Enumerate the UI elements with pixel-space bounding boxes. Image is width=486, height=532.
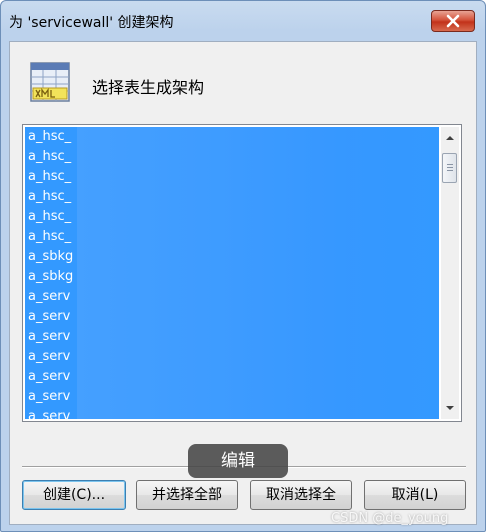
- scroll-thumb[interactable]: [442, 153, 457, 183]
- list-item[interactable]: a_serv: [28, 287, 438, 307]
- list-item[interactable]: a_sbkg: [28, 247, 438, 267]
- list-item[interactable]: a_hsc_: [28, 207, 438, 227]
- xml-table-icon: [28, 60, 72, 104]
- list-item[interactable]: a_hsc_: [28, 167, 438, 187]
- list-item[interactable]: a_hsc_: [28, 187, 438, 207]
- header-instruction: 选择表生成架构: [92, 78, 205, 97]
- list-item[interactable]: a_sbkg: [28, 267, 438, 287]
- edit-tooltip: 编辑: [188, 444, 288, 478]
- list-item[interactable]: a_hsc_: [28, 127, 438, 147]
- table-list[interactable]: a_hsc_ a_hsc_ a_hsc_ a_hsc_ a_hsc_ a_hsc_ a_sb…: [25, 127, 439, 419]
- dialog-client-area: 选择表生成架构 a_hsc_ a_hsc_ a_hsc_ a_hsc_ a_hsc_ a_…: [9, 41, 477, 525]
- list-item[interactable]: a_serv: [28, 407, 438, 419]
- arrow-up-icon: [446, 136, 454, 140]
- list-item[interactable]: a_serv: [28, 367, 438, 387]
- window-title: 为 'servicewall' 创建架构: [9, 15, 174, 31]
- list-item[interactable]: a_hsc_: [28, 147, 438, 167]
- list-item[interactable]: a_serv: [28, 307, 438, 327]
- scroll-up-button[interactable]: [441, 129, 459, 147]
- list-item[interactable]: a_serv: [28, 347, 438, 367]
- scroll-down-button[interactable]: [441, 399, 459, 417]
- watermark: CSDN @de_young: [331, 511, 449, 526]
- select-all-button[interactable]: 并选择全部: [136, 480, 238, 510]
- table-listbox[interactable]: a_hsc_ a_hsc_ a_hsc_ a_hsc_ a_hsc_ a_hsc_ a_sb…: [22, 124, 462, 422]
- deselect-all-button[interactable]: 取消选择全: [250, 480, 352, 510]
- title-bar: 为 'servicewall' 创建架构: [1, 1, 485, 41]
- vertical-scrollbar[interactable]: [441, 127, 459, 419]
- list-item[interactable]: a_serv: [28, 327, 438, 347]
- dialog-window: 为 'servicewall' 创建架构 选择表生成架构 a_hsc_ a_hs…: [0, 0, 486, 532]
- close-button[interactable]: [431, 10, 475, 32]
- close-icon: [446, 14, 460, 28]
- list-item[interactable]: a_hsc_: [28, 227, 438, 247]
- cancel-button[interactable]: 取消(L): [364, 480, 466, 510]
- arrow-down-icon: [446, 406, 454, 410]
- create-button[interactable]: 创建(C)...: [22, 480, 126, 510]
- list-item[interactable]: a_serv: [28, 387, 438, 407]
